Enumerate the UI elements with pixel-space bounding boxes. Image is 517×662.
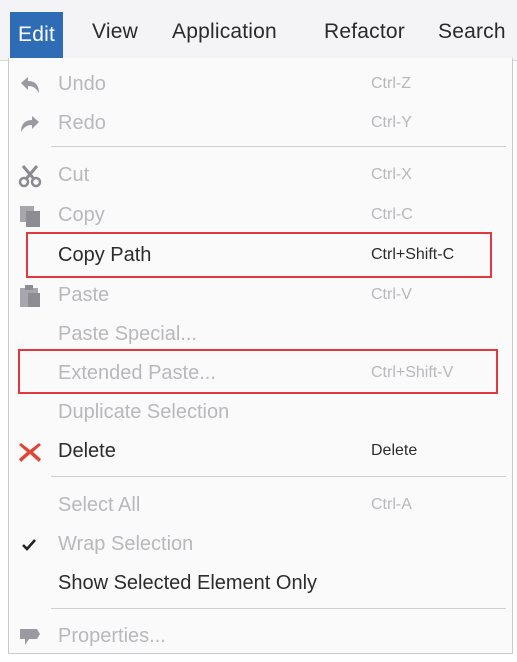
menu-item-shortcut: Ctrl-Y [371,114,412,131]
check-icon [17,532,43,556]
menu-item-label: Paste Special... [58,323,197,345]
menu-item-shortcut: Ctrl-Z [371,75,411,92]
menu-item-duplicate-selection[interactable]: Duplicate Selection [9,393,512,431]
menubar-item-label: Edit [18,23,55,46]
menu-item-shortcut: Delete [371,442,418,459]
menu-item-label: Copy Path [58,244,152,266]
menu-separator [51,608,506,609]
menubar-item-search[interactable]: Search [430,10,514,54]
menubar-item-label: View [92,20,138,43]
menu-item-label: Undo [58,73,106,95]
menu-item-label: Wrap Selection [58,533,194,555]
menubar-item-label: Application [172,20,277,43]
menu-item-label: Cut [58,164,90,186]
menu-item-shortcut: Ctrl-V [371,286,412,303]
menu-item-label: Redo [58,112,106,134]
menu-bar: Edit View Application Refactor Search [0,0,517,61]
menu-item-wrap-selection[interactable]: Wrap Selection [9,525,512,563]
menu-item-properties[interactable]: Properties... [9,617,512,655]
menu-item-shortcut: Ctrl-C [371,206,413,223]
menu-separator [51,146,506,147]
menubar-item-application[interactable]: Application [164,10,285,54]
undo-icon [17,72,43,96]
menu-item-copy-path[interactable]: Copy Path Ctrl+Shift-C [9,236,512,274]
menu-item-shortcut: Ctrl-A [371,496,412,513]
paste-icon [17,283,43,307]
menu-item-label: Select All [58,494,141,516]
menu-item-undo[interactable]: Undo Ctrl-Z [9,65,512,103]
menu-item-extended-paste[interactable]: Extended Paste... Ctrl+Shift-V [9,354,512,392]
cut-icon [17,163,43,188]
menu-item-shortcut: Ctrl+Shift-C [371,246,455,263]
menu-item-copy[interactable]: Copy Ctrl-C [9,196,512,234]
menu-item-label: Extended Paste... [58,362,216,384]
edit-menu-dropdown: Undo Ctrl-Z Redo Ctrl-Y Cut Ctrl-X Copy … [8,58,513,654]
copy-icon [17,203,43,227]
menu-item-shortcut: Ctrl+Shift-V [371,364,454,381]
menu-separator [51,476,506,477]
menu-item-delete[interactable]: Delete Delete [9,432,512,470]
menu-item-redo[interactable]: Redo Ctrl-Y [9,104,512,142]
menu-item-select-all[interactable]: Select All Ctrl-A [9,486,512,524]
delete-icon [17,439,43,463]
menubar-item-label: Search [438,20,506,43]
menu-item-label: Delete [58,440,116,462]
menu-item-paste-special[interactable]: Paste Special... [9,315,512,353]
menu-item-cut[interactable]: Cut Ctrl-X [9,156,512,194]
properties-icon [17,624,43,648]
menubar-item-edit[interactable]: Edit [10,12,63,58]
menu-item-show-selected-element-only[interactable]: Show Selected Element Only [9,564,512,602]
menu-item-shortcut: Ctrl-X [371,166,412,183]
menu-item-label: Show Selected Element Only [58,572,318,594]
menu-item-label: Properties... [58,625,166,647]
menu-item-label: Copy [58,204,105,226]
menubar-item-refactor[interactable]: Refactor [316,10,413,54]
menu-item-paste[interactable]: Paste Ctrl-V [9,276,512,314]
menubar-item-view[interactable]: View [84,10,146,54]
menubar-item-label: Refactor [324,20,405,43]
menu-item-label: Paste [58,284,110,306]
redo-icon [17,111,43,135]
menu-item-label: Duplicate Selection [58,401,230,423]
